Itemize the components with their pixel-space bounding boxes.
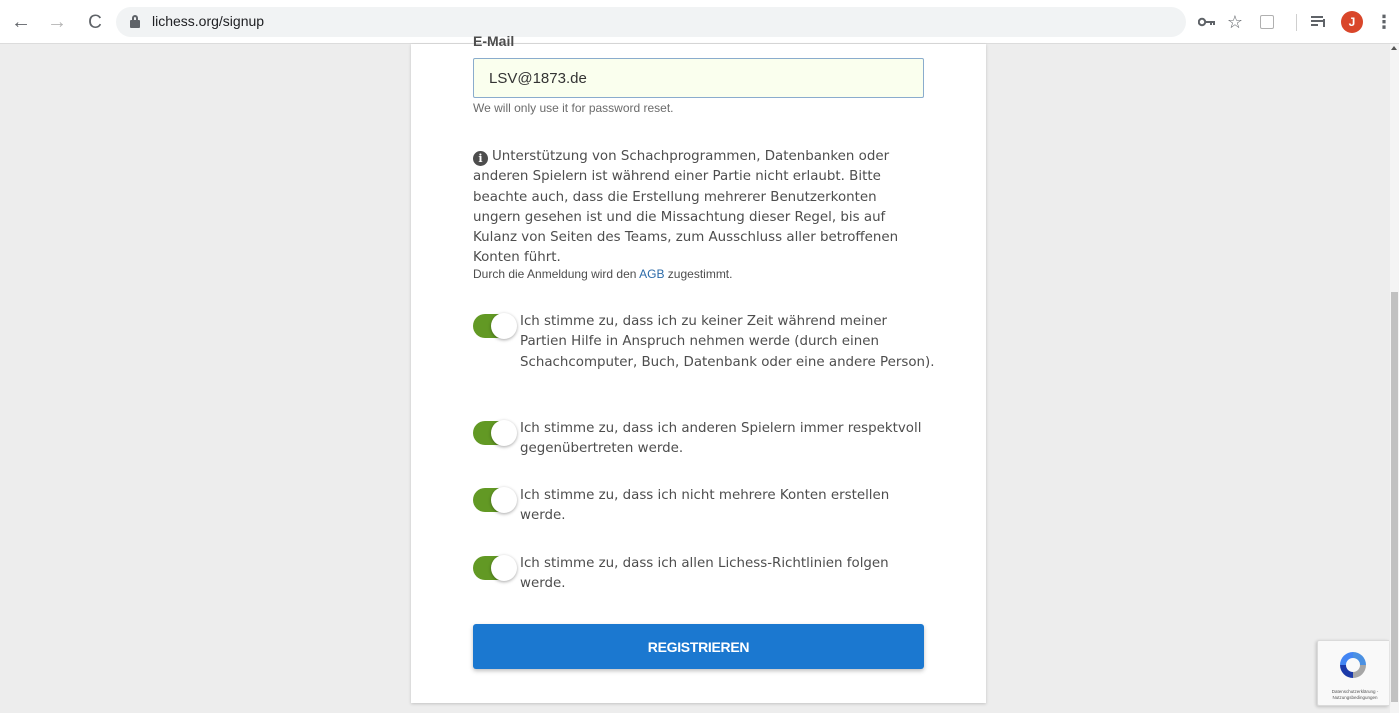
agreement-label: Ich stimme zu, dass ich nicht mehrere Ko… [520,488,890,524]
forward-arrow-icon[interactable]: → [44,9,70,35]
agreement-label: Ich stimme zu, dass ich allen Lichess-Ri… [520,556,889,592]
tos-prefix: Durch die Anmeldung wird den [473,267,637,281]
agreement-label: Ich stimme zu, dass ich anderen Spielern… [520,421,922,457]
browser-toolbar: ← → C lichess.org/signup ☆ J ⋮ [0,0,1399,44]
agreement-label: Ich stimme zu, dass ich zu keiner Zeit w… [520,314,935,370]
key-icon[interactable] [1196,11,1218,33]
address-bar[interactable]: lichess.org/signup [116,7,1186,37]
assistance-toggle[interactable] [473,313,517,339]
star-icon[interactable]: ☆ [1224,11,1246,33]
page-scrollbar[interactable] [1390,44,1399,713]
scroll-thumb[interactable] [1391,292,1398,702]
url-text[interactable]: lichess.org/signup [152,13,264,29]
extension-icon[interactable] [1258,11,1276,33]
toolbar-divider [1296,14,1297,31]
recaptcha-badge[interactable]: Datenschutzerklärung - Nutzungsbedingung… [1317,640,1389,706]
email-label: E-Mail [473,33,515,49]
recaptcha-footer[interactable]: Datenschutzerklärung - Nutzungsbedingung… [1322,689,1388,701]
kebab-menu-icon[interactable]: ⋮ [1375,11,1393,33]
email-hint: We will only use it for password reset. [473,101,674,115]
tos-suffix: zugestimmt. [667,267,733,281]
fair-play-warning: i Unterstützung von Schachprogrammen, Dat… [473,147,923,269]
email-field[interactable] [473,58,924,98]
lock-icon[interactable] [130,15,140,28]
multiple-accounts-toggle[interactable] [473,487,517,513]
signup-form-card: E-Mail We will only use it for password … [411,33,986,703]
reload-icon[interactable]: C [82,9,108,35]
back-arrow-icon[interactable]: ← [8,9,34,35]
tos-link[interactable]: AGB [639,267,664,281]
recaptcha-logo-icon [1340,652,1366,678]
reading-list-icon[interactable] [1308,11,1330,33]
register-button[interactable]: REGISTRIEREN [473,624,924,669]
respect-toggle[interactable] [473,420,517,446]
tos-notice: Durch die Anmeldung wird den AGB zugesti… [473,267,732,281]
info-icon: i [473,151,488,166]
profile-avatar[interactable]: J [1341,11,1363,33]
warning-text: Unterstützung von Schachprogrammen, Date… [473,149,899,266]
scroll-up-arrow-icon[interactable] [1391,46,1397,50]
policy-toggle[interactable] [473,555,517,581]
